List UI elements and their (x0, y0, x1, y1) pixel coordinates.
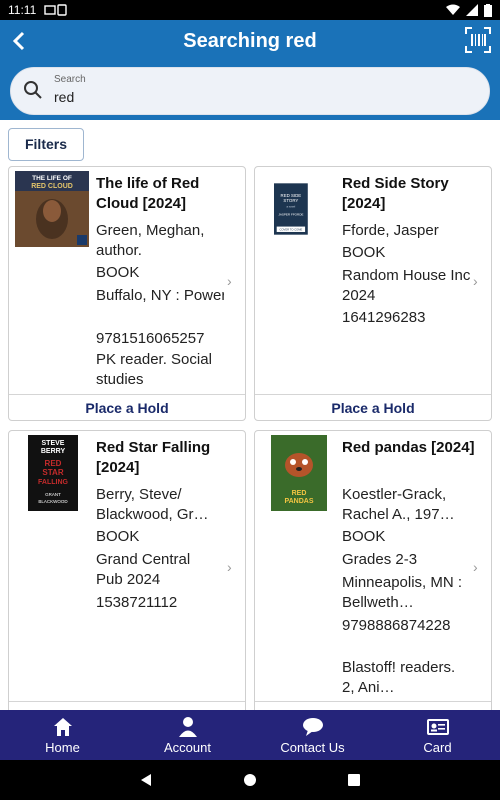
result-title[interactable]: The life of Red Cloud [2024] (96, 174, 236, 214)
page-title: Searching red (183, 30, 317, 52)
result-publisher: Random House Inc 2024 (342, 267, 471, 304)
battery-icon (484, 3, 492, 17)
cover-title-line: PANDAS (284, 498, 313, 505)
book-cover-image: RED SIDE STORY a novel JASPER FFORDE COV… (274, 183, 308, 235)
cover-author: BERRY (41, 448, 66, 455)
nav-account-label: Account (164, 739, 211, 755)
chevron-right-icon[interactable]: › (227, 273, 239, 289)
result-isbn: 1641296283 (342, 309, 426, 326)
nav-account[interactable]: Account (125, 710, 250, 760)
nav-home-label: Home (45, 739, 80, 755)
bottom-navigation: Home Account Contact Us Card (0, 710, 500, 760)
result-title[interactable]: Red Star Falling [2024] (96, 438, 236, 478)
nav-contact-us[interactable]: Contact Us (250, 710, 375, 760)
result-series: PK reader. Social studies (96, 351, 212, 388)
cover-coauthor: GRANT (45, 492, 61, 497)
place-hold-button[interactable]: Place a Hold (255, 394, 491, 420)
result-author: Koestler-Grack, Rachel A., 197… (342, 486, 455, 523)
cover-title-line: THE LIFE OF (32, 175, 72, 182)
result-card[interactable]: STEVE BERRY RED STAR FALLING GRANT BLACK… (8, 430, 246, 715)
app-header: Searching red Search red (0, 20, 500, 120)
result-format: BOOK (96, 528, 140, 545)
filters-button[interactable]: Filters (8, 128, 84, 161)
result-isbn: 9798886874228 (342, 617, 451, 634)
result-title[interactable]: Red pandas [2024] (342, 438, 482, 458)
search-value[interactable]: red (54, 89, 74, 105)
account-icon (178, 716, 197, 737)
wifi-icon (446, 4, 460, 15)
card-icon (426, 718, 449, 735)
chat-icon (302, 717, 323, 736)
result-publisher: Grand Central Pub 2024 (96, 551, 191, 588)
result-series: Blastoff! readers. 2, Ani… (342, 659, 456, 696)
chevron-right-icon[interactable]: › (473, 559, 485, 575)
place-hold-button[interactable]: Place a Hold (9, 394, 245, 420)
result-author: Green, Meghan, author. (96, 222, 205, 259)
cover-title-line: RED (292, 490, 307, 497)
result-publisher: Minneapolis, MN : Bellweth… (342, 574, 463, 611)
result-format: BOOK (342, 244, 386, 261)
nav-contact-label: Contact Us (280, 739, 345, 755)
barcode-scan-button[interactable] (464, 26, 492, 54)
result-format: BOOK (96, 264, 140, 281)
notification-icon (44, 5, 56, 15)
result-card[interactable]: THE LIFE OF RED CLOUD The life of Red Cl… (8, 166, 246, 421)
book-cover-image: THE LIFE OF RED CLOUD (15, 171, 89, 247)
status-time: 11:11 (8, 3, 37, 17)
result-card[interactable]: RED SIDE STORY a novel JASPER FFORDE COV… (254, 166, 492, 421)
system-navigation-bar (0, 760, 500, 800)
book-cover-image: RED PANDAS (271, 435, 327, 511)
cover-author: STEVE (42, 440, 65, 447)
cover-author: JASPER FFORDE (278, 213, 303, 217)
search-input[interactable]: Search red (10, 67, 490, 115)
home-icon (53, 717, 72, 736)
result-publisher: Buffalo, NY : PowerKids Pre… (96, 287, 224, 304)
cover-subtitle: a novel (287, 205, 296, 209)
cover-coauthor: BLACKWOOD (38, 499, 68, 504)
nav-card-label: Card (423, 739, 452, 755)
result-isbn: 1538721112 (96, 594, 178, 611)
result-title[interactable]: Red Side Story [2024] (342, 174, 482, 214)
cover-note: COVER TO COME (280, 228, 303, 232)
signal-icon (466, 4, 478, 16)
system-recents-icon[interactable] (347, 773, 361, 787)
system-back-icon[interactable] (139, 773, 153, 787)
cover-title-line: RED CLOUD (31, 183, 73, 190)
result-author: Berry, Steve/ Blackwood, Gr… (96, 486, 209, 523)
chevron-right-icon[interactable]: › (227, 559, 239, 575)
search-label: Search (54, 74, 86, 85)
barcode-scan-icon (465, 27, 491, 53)
cover-title-line: RED (45, 459, 62, 468)
privacy-icon (57, 4, 67, 16)
search-icon (24, 81, 42, 99)
result-card[interactable]: RED PANDAS Red pandas [2024] Koestler-Gr… (254, 430, 492, 715)
result-isbn: 9781516065257 (96, 330, 205, 347)
nav-card[interactable]: Card (375, 710, 500, 760)
cover-title-line: STORY (283, 198, 298, 203)
result-grade: Grades 2-3 (342, 551, 418, 568)
result-author: Fforde, Jasper (342, 222, 439, 239)
chevron-right-icon[interactable]: › (473, 273, 485, 289)
book-cover-image: STEVE BERRY RED STAR FALLING GRANT BLACK… (28, 435, 78, 511)
system-home-icon[interactable] (243, 773, 257, 787)
result-format: BOOK (342, 528, 386, 545)
cover-title-line: STAR (42, 468, 63, 477)
cover-title-line: FALLING (38, 479, 68, 486)
cover-title-line: RED SIDE (281, 193, 302, 198)
status-bar: 11:11 (0, 0, 500, 20)
nav-home[interactable]: Home (0, 710, 125, 760)
